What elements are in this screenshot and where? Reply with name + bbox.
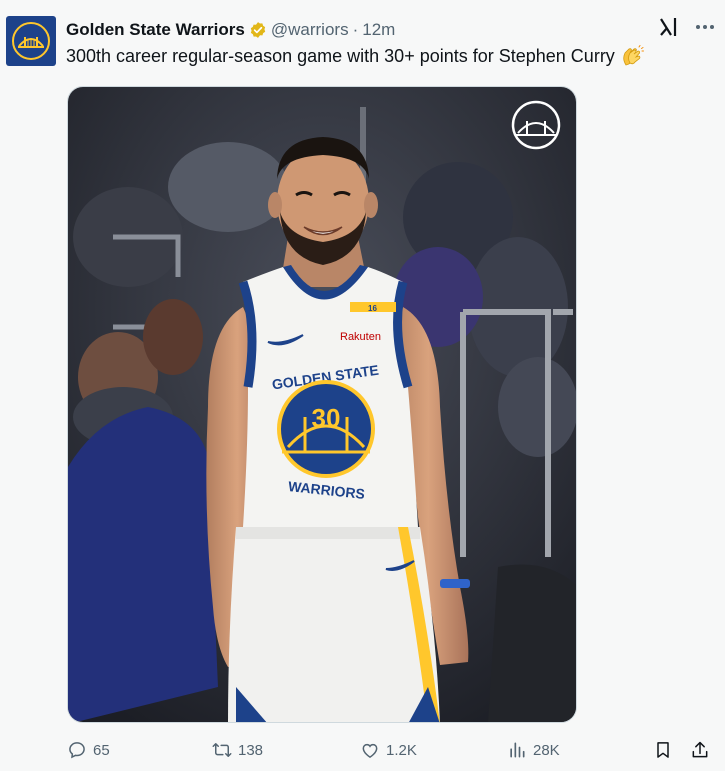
reply-count: 65 <box>93 741 110 759</box>
like-button[interactable]: 1.2K <box>360 740 417 760</box>
like-icon <box>362 743 378 758</box>
avatar[interactable] <box>6 16 56 66</box>
views-count: 28K <box>533 741 560 759</box>
share-button[interactable] <box>690 740 710 760</box>
repost-button[interactable]: 138 <box>212 740 263 760</box>
verified-badge-icon <box>249 21 267 39</box>
views-icon <box>510 742 525 758</box>
repost-count: 138 <box>238 741 264 759</box>
clapping-hands-icon <box>620 45 644 67</box>
separator-dot: · <box>352 20 359 39</box>
sponsor-text: Rakuten <box>340 331 381 343</box>
display-name[interactable]: Golden State Warriors <box>66 20 245 40</box>
action-bar: 65 138 1.2K 28K <box>0 740 725 764</box>
reply-button[interactable]: 65 <box>67 740 110 760</box>
bookmark-button[interactable] <box>653 740 673 760</box>
timestamp[interactable]: 12m <box>362 20 395 40</box>
grok-icon[interactable] <box>659 16 679 38</box>
team-logo-icon <box>12 22 50 60</box>
repost-icon <box>212 743 232 757</box>
share-icon <box>692 741 708 758</box>
more-icon[interactable] <box>695 17 715 37</box>
handle[interactable]: @warriors <box>271 20 349 40</box>
tweet-text-container: 300th career regular-season game with 30… <box>66 45 644 67</box>
like-count: 1.2K <box>386 741 417 759</box>
tweet-media-image[interactable]: 16 Rakuten GOLDEN STATE 30 WARRIORS <box>67 86 577 723</box>
reply-icon <box>69 742 85 759</box>
jersey-number: 30 <box>312 403 341 433</box>
views-button[interactable]: 28K <box>507 740 560 760</box>
tweet-text: 300th career regular-season game with 30… <box>66 45 615 66</box>
collar-number: 16 <box>368 304 377 313</box>
top-right-actions <box>659 16 715 38</box>
bookmark-icon <box>657 742 669 758</box>
tweet-header: Golden State Warriors @warriors · 12m <box>66 19 395 41</box>
